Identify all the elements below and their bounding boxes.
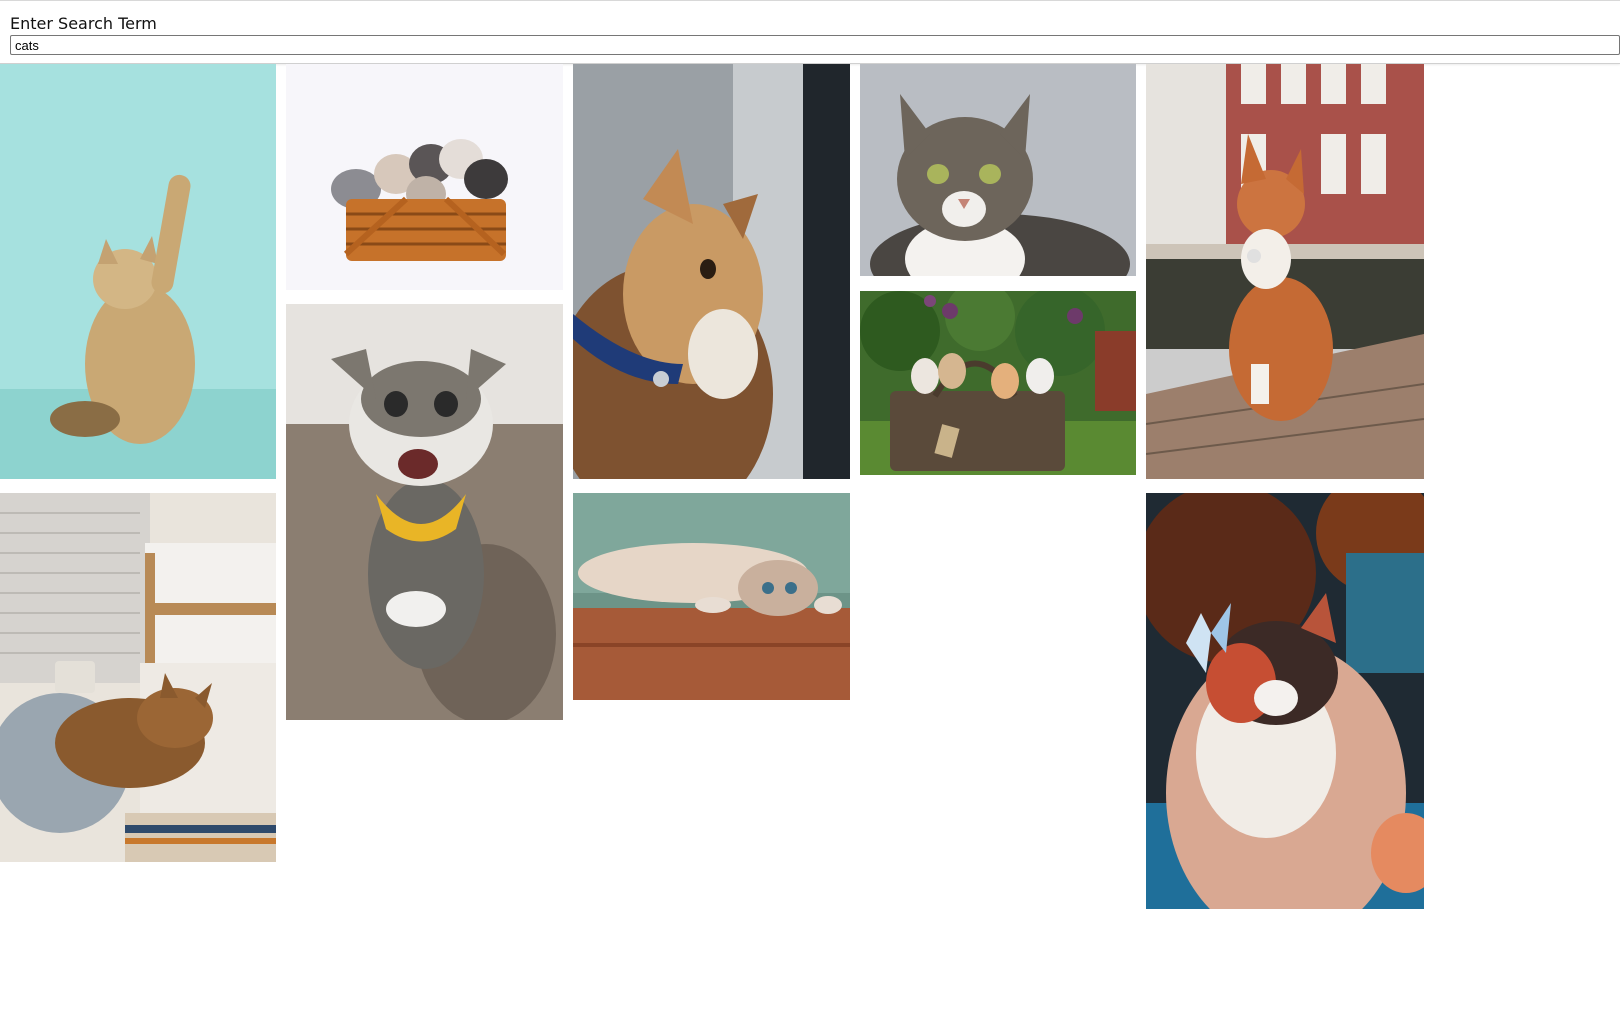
search-label: Enter Search Term bbox=[10, 14, 157, 33]
photo-kitten-teal-paw-up[interactable] bbox=[0, 64, 276, 479]
photo-orange-cat-street[interactable] bbox=[1146, 64, 1424, 479]
photo-kittens-basket-garden[interactable] bbox=[860, 291, 1136, 475]
photo-kittens-in-basket-white[interactable] bbox=[286, 64, 563, 290]
photo-fluffy-cat-butterfly[interactable] bbox=[1146, 493, 1424, 909]
photo-lying-cat-wood-floor[interactable] bbox=[573, 493, 850, 700]
photo-ginger-cat-blue-collar[interactable] bbox=[573, 64, 850, 479]
search-bar: Enter Search Term bbox=[0, 0, 1620, 64]
photo-smiling-cat-yellow-bandana[interactable] bbox=[286, 304, 563, 720]
photo-sleeping-cat-bed[interactable] bbox=[0, 493, 276, 862]
photo-tabby-cat-portrait[interactable] bbox=[860, 64, 1136, 276]
search-input[interactable] bbox=[10, 35, 1620, 55]
